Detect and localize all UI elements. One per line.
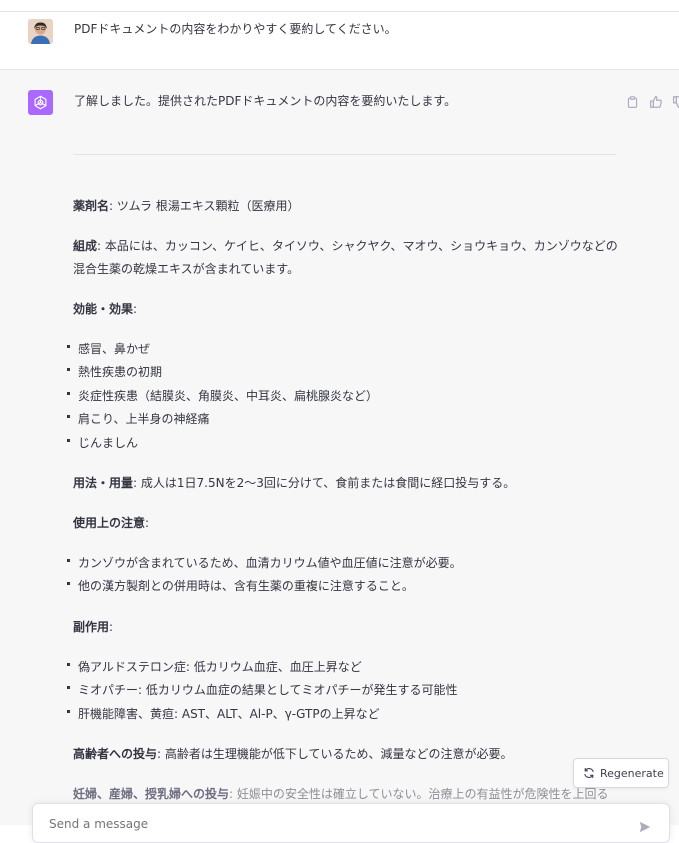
side-effects-list: 偽アルドステロン症: 低カリウム血症、血圧上昇など ミオパチー: 低カリウム血症… — [66, 656, 621, 726]
refresh-icon — [583, 767, 595, 779]
list-item: 炎症性疾患（結膜炎、角膜炎、中耳炎、扁桃腺炎など） — [66, 385, 621, 408]
assistant-response-content: 薬剤名: ツムラ 根湯エキス顆粒（医療用） 組成: 本品には、カッコン、ケイヒ、… — [67, 195, 621, 823]
thumbs-down-icon[interactable] — [672, 94, 679, 109]
regenerate-button[interactable]: Regenerate — [573, 758, 669, 788]
user-avatar — [28, 19, 53, 44]
side-effects-heading-paragraph: 副作用: — [73, 619, 114, 634]
assistant-message-row: 了解しました。提供されたPDFドキュメントの内容を要約いたします。 薬剤名: ツ… — [0, 70, 679, 825]
drug-name-label: 薬剤名 — [73, 199, 110, 213]
list-item: カンゾウが含まれているため、血清カリウム値や血圧値に注意が必要。 — [66, 552, 621, 575]
regenerate-label: Regenerate — [600, 766, 664, 780]
list-item: 他の漢方製剤との併用時は、含有生薬の重複に注意すること。 — [66, 575, 621, 598]
composition-value: : 本品には、カッコン、ケイヒ、タイソウ、シャクヤク、マオウ、ショウキョウ、カン… — [73, 239, 618, 276]
elderly-paragraph: 高齢者への投与: 高齢者は生理機能が低下しているため、減量などの注意が必要。 — [73, 743, 621, 766]
list-item: 熱性疾患の初期 — [66, 361, 621, 384]
list-item: じんましん — [66, 432, 621, 455]
message-input[interactable] — [47, 816, 631, 832]
list-item: 感冒、鼻かぜ — [66, 338, 621, 361]
separator — [73, 154, 616, 155]
composition-paragraph: 組成: 本品には、カッコン、ケイヒ、タイソウ、シャクヤク、マオウ、ショウキョウ、… — [73, 235, 621, 281]
thumbs-up-icon[interactable] — [649, 94, 664, 109]
list-item: 偽アルドステロン症: 低カリウム血症、血圧上昇など — [66, 656, 621, 679]
user-message-row: PDFドキュメントの内容をわかりやすく要約してください。 — [0, 12, 679, 70]
message-actions — [626, 94, 679, 109]
drug-name-paragraph: 薬剤名: ツムラ 根湯エキス顆粒（医療用） — [73, 195, 621, 218]
assistant-intro-text: 了解しました。提供されたPDFドキュメントの内容を要約いたします。 — [74, 94, 457, 108]
elderly-label: 高齢者への投与 — [73, 747, 158, 762]
dosage-value: : 成人は1日7.5Nを2〜3回に分けて、食前または食間に経口投与する。 — [133, 476, 516, 491]
efficacy-heading-paragraph: 効能・効果: — [73, 302, 138, 316]
precautions-list: カンゾウが含まれているため、血清カリウム値や血圧値に注意が必要。 他の漢方製剤と… — [66, 552, 621, 599]
list-item: ミオパチー: 低カリウム血症の結果としてミオパチーが発生する可能性 — [66, 679, 621, 702]
side-effects-label: 副作用 — [73, 619, 110, 634]
efficacy-label: 効能・効果 — [73, 302, 134, 316]
top-bar — [0, 0, 679, 12]
drug-name-value: : ツムラ 根湯エキス顆粒（医療用） — [109, 199, 300, 213]
dosage-label: 用法・用量 — [73, 476, 134, 491]
chatgpt-logo-icon — [28, 90, 53, 115]
precautions-label: 使用上の注意 — [73, 516, 146, 531]
message-input-container — [32, 803, 670, 843]
send-icon[interactable] — [639, 818, 651, 833]
copy-icon[interactable] — [626, 94, 641, 109]
pregnancy-label: 妊婦、産婦、授乳婦への投与 — [73, 787, 230, 802]
dosage-paragraph: 用法・用量: 成人は1日7.5Nを2〜3回に分けて、食前または食間に経口投与する… — [73, 472, 621, 495]
list-item: 肩こり、上半身の神経痛 — [66, 408, 621, 431]
efficacy-list: 感冒、鼻かぜ 熱性疾患の初期 炎症性疾患（結膜炎、角膜炎、中耳炎、扁桃腺炎など）… — [66, 338, 621, 455]
elderly-value: : 高齢者は生理機能が低下しているため、減量などの注意が必要。 — [157, 747, 513, 762]
composition-label: 組成 — [73, 239, 98, 253]
list-item: 肝機能障害、黄疸: AST、ALT、Al-P、γ-GTPの上昇など — [66, 703, 621, 726]
user-message-text: PDFドキュメントの内容をわかりやすく要約してください。 — [74, 22, 397, 36]
precautions-heading-paragraph: 使用上の注意: — [73, 516, 150, 531]
pregnancy-value: : 妊娠中の安全性は確立していない。治療上の有益性が危険性を上回る — [229, 787, 609, 802]
